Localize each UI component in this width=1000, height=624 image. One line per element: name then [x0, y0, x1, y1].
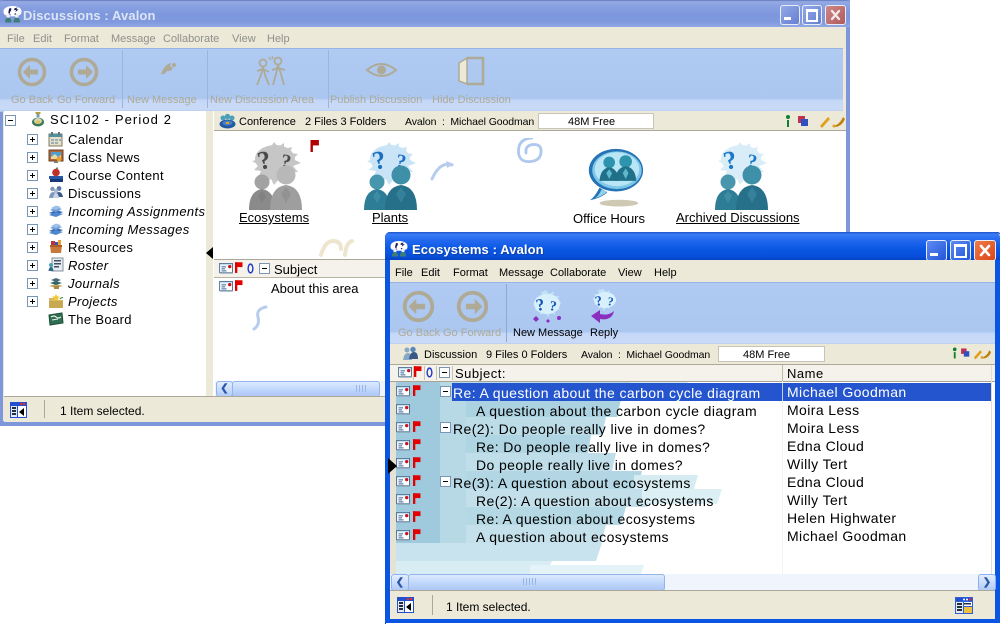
svg-text:?: ?: [607, 294, 615, 309]
svg-text:?: ?: [548, 299, 557, 315]
